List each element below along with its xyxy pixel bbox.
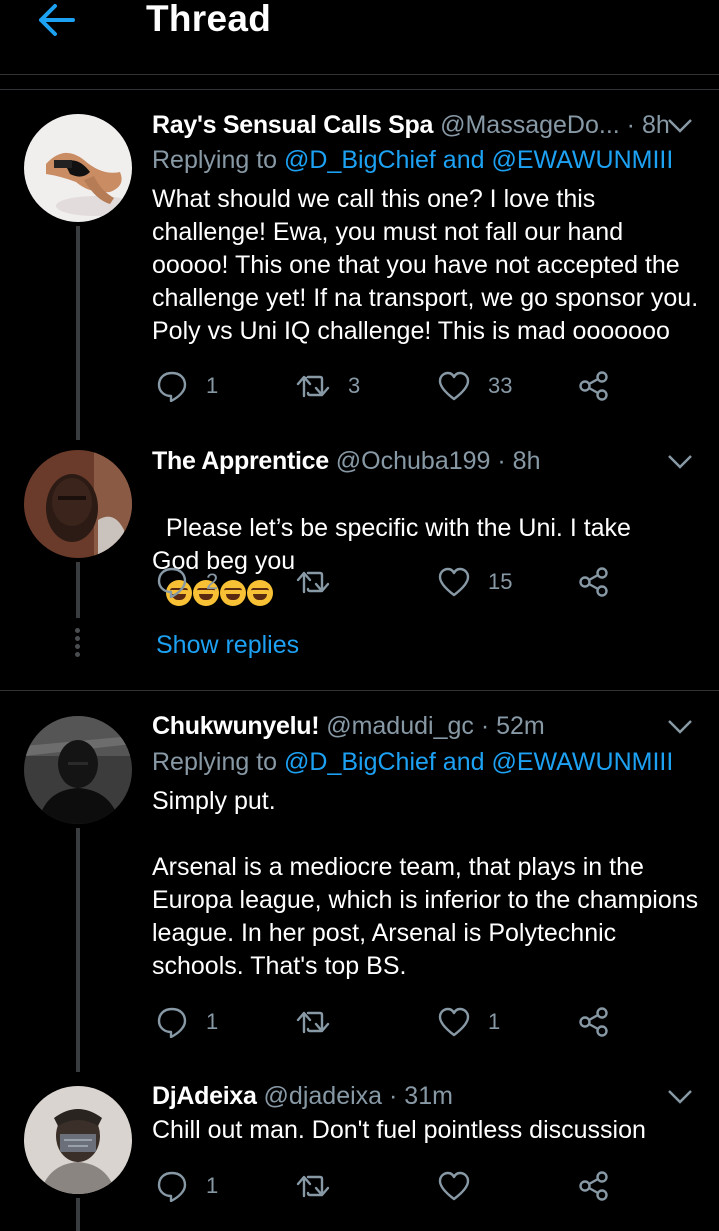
reply-button[interactable]: 1 <box>156 1166 218 1206</box>
reply-button[interactable]: 2 <box>156 562 218 602</box>
tweet-actions: 1 <box>152 1166 632 1206</box>
thread-line <box>76 1198 80 1231</box>
reply-button[interactable]: 1 <box>156 1002 218 1042</box>
reply-icon <box>157 1171 187 1202</box>
tweet-header: Chukwunyelu! @madudi_gc · 52m <box>152 711 679 741</box>
show-replies-link[interactable]: Show replies <box>156 631 299 660</box>
like-button[interactable]: 33 <box>438 366 512 406</box>
tweet-text: Chill out man. Don't fuel pointless disc… <box>152 1116 646 1144</box>
author-name[interactable]: Chukwunyelu! <box>152 712 320 740</box>
author-name[interactable]: DjAdeixa <box>152 1082 257 1110</box>
retweet-button[interactable] <box>296 1166 348 1206</box>
retweet-icon <box>296 375 330 398</box>
heart-icon <box>438 1007 470 1037</box>
tweet-header: Ray's Sensual Calls Spa @MassageDo... · … <box>152 110 679 140</box>
like-count: 1 <box>488 1009 501 1034</box>
more-replies-dots <box>74 628 82 660</box>
author-handle[interactable]: @Ochuba199 <box>336 447 491 475</box>
share-button[interactable] <box>578 562 610 602</box>
chevron-down-icon[interactable] <box>667 454 693 470</box>
author-handle[interactable]: @MassageDo... <box>440 111 620 139</box>
replying-users-link[interactable]: @D_BigChief and @EWAWUNMIII <box>284 146 673 174</box>
like-count: 15 <box>488 569 513 594</box>
share-button[interactable] <box>578 1166 610 1206</box>
chevron-down-icon[interactable] <box>667 719 693 735</box>
reply-icon <box>157 567 187 598</box>
reply-button[interactable]: 1 <box>156 366 218 406</box>
author-name[interactable]: The Apprentice <box>152 447 329 475</box>
replying-to: Replying to @D_BigChief and @EWAWUNMIII <box>152 747 673 777</box>
heart-icon <box>438 371 470 401</box>
replying-prefix: Replying to <box>152 748 278 776</box>
like-button[interactable]: 15 <box>438 562 512 602</box>
like-button[interactable]: 1 <box>438 1002 500 1042</box>
avatar[interactable] <box>24 1086 132 1194</box>
replying-to: Replying to @D_BigChief and @EWAWUNMIII <box>152 145 673 175</box>
share-button[interactable] <box>578 1002 610 1042</box>
retweet-icon <box>296 1175 330 1198</box>
thread-line <box>76 226 80 440</box>
tweet-time: · 52m <box>480 712 545 740</box>
tweet-actions: 2 15 <box>152 562 632 602</box>
reply-count: 2 <box>206 569 219 594</box>
reply-count: 1 <box>206 1173 219 1198</box>
avatar[interactable] <box>24 450 132 558</box>
reply-icon <box>157 371 187 402</box>
arrow-left-icon <box>39 4 75 36</box>
page-title: Thread <box>146 0 272 39</box>
back-button[interactable] <box>36 0 76 40</box>
heart-icon <box>438 567 470 597</box>
like-button[interactable] <box>438 1166 488 1206</box>
retweet-button[interactable]: 3 <box>296 366 360 406</box>
tweet-header: The Apprentice @Ochuba199 · 8h <box>152 446 679 476</box>
tweet-actions: 1 1 <box>152 1002 632 1042</box>
tweet-text: Simply put. Arsenal is a mediocre team, … <box>152 787 699 980</box>
chevron-down-icon[interactable] <box>667 1089 693 1105</box>
heart-icon <box>438 1171 470 1201</box>
tweet-text: What should we call this one? I love thi… <box>152 185 706 345</box>
replying-users-link[interactable]: @D_BigChief and @EWAWUNMIII <box>284 748 673 776</box>
tweet-time: · 31m <box>389 1082 453 1110</box>
retweet-icon <box>296 1011 330 1034</box>
like-count: 33 <box>488 373 513 398</box>
header-gap <box>0 75 719 90</box>
retweet-button[interactable] <box>296 1002 348 1042</box>
author-name[interactable]: Ray's Sensual Calls Spa <box>152 111 433 139</box>
retweet-icon <box>296 571 330 594</box>
tweet-actions: 1 3 33 <box>152 366 632 406</box>
retweet-count: 3 <box>348 373 361 398</box>
tweet-time: · 8h <box>497 447 541 475</box>
share-icon <box>579 1171 608 1201</box>
replying-prefix: Replying to <box>152 146 278 174</box>
reply-icon <box>157 1007 187 1038</box>
header-bar: Thread <box>0 0 719 75</box>
share-button[interactable] <box>578 366 610 406</box>
conversation-divider <box>0 690 719 691</box>
tweet-time: · 8h <box>626 111 670 139</box>
author-handle[interactable]: @madudi_gc <box>326 712 474 740</box>
share-icon <box>579 371 608 401</box>
thread-line <box>76 562 80 618</box>
share-icon <box>579 567 608 597</box>
author-handle[interactable]: @djadeixa <box>264 1082 383 1110</box>
retweet-button[interactable] <box>296 562 348 602</box>
reply-count: 1 <box>206 373 219 398</box>
avatar[interactable] <box>24 114 132 222</box>
reply-count: 1 <box>206 1009 219 1034</box>
chevron-down-icon[interactable] <box>667 118 693 134</box>
share-icon <box>579 1007 608 1037</box>
tweet-header: DjAdeixa @djadeixa · 31m <box>152 1081 679 1111</box>
thread-line <box>76 828 80 1072</box>
avatar[interactable] <box>24 716 132 824</box>
